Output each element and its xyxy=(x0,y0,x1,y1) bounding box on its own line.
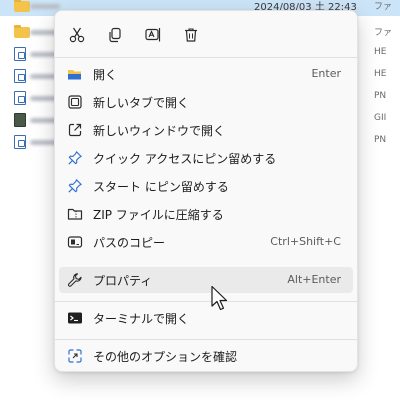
document-icon xyxy=(14,91,26,105)
document-icon xyxy=(14,47,26,61)
document-icon xyxy=(14,69,26,83)
file-type: GII xyxy=(374,113,387,123)
pin-icon xyxy=(67,150,83,166)
delete-button[interactable] xyxy=(177,21,205,49)
menu-item-open[interactable]: 開く Enter xyxy=(59,61,353,87)
menu-item-copy-path[interactable]: パスのコピー Ctrl+Shift+C xyxy=(59,229,353,255)
file-type: HE xyxy=(374,69,387,79)
menu-item-label: 新しいウィンドウで開く xyxy=(93,124,226,138)
menu-separator xyxy=(55,339,357,340)
menu-item-properties[interactable]: プロパティ Alt+Enter xyxy=(59,267,353,293)
folder-icon xyxy=(14,25,30,38)
menu-item-compress-zip[interactable]: ZIP ファイルに圧縮する xyxy=(59,201,353,227)
menu-item-label: 新しいタブで開く xyxy=(93,96,190,110)
rename-icon xyxy=(145,28,161,42)
zip-icon xyxy=(67,206,83,222)
menu-item-shortcut: Enter xyxy=(311,67,341,80)
new-window-icon xyxy=(67,122,83,138)
more-options-icon xyxy=(67,348,83,364)
context-menu: 開く Enter 新しいタブで開く 新しいウィンドウで開く クイック アクセスに… xyxy=(54,10,358,372)
terminal-icon xyxy=(67,310,83,326)
menu-item-open-terminal[interactable]: ターミナルで開く xyxy=(59,305,353,331)
copy-icon xyxy=(109,27,121,43)
scissors-icon xyxy=(69,27,85,43)
copy-button[interactable] xyxy=(101,21,129,49)
file-type: HE xyxy=(374,47,387,57)
file-type: PN xyxy=(374,91,387,101)
file-name-blurred xyxy=(30,4,60,9)
menu-item-open-new-tab[interactable]: 新しいタブで開く xyxy=(59,89,353,115)
pin-icon xyxy=(67,178,83,194)
new-tab-icon xyxy=(67,94,83,110)
menu-item-shortcut: Alt+Enter xyxy=(287,273,341,286)
menu-separator xyxy=(55,301,357,302)
file-type: PN xyxy=(374,135,387,145)
copy-path-icon xyxy=(67,234,83,250)
menu-item-label: パスのコピー xyxy=(93,236,166,250)
folder-open-icon xyxy=(67,66,83,82)
folder-icon xyxy=(14,0,30,12)
file-type: ファ xyxy=(374,2,393,12)
menu-item-label: 開く xyxy=(93,68,118,82)
quick-action-bar xyxy=(63,21,263,49)
menu-item-label: クイック アクセスにピン留めする xyxy=(93,152,277,166)
menu-item-label: ターミナルで開く xyxy=(93,312,190,326)
file-type: ファ xyxy=(374,28,393,38)
cut-button[interactable] xyxy=(63,21,91,49)
menu-item-pin-quick-access[interactable]: クイック アクセスにピン留めする xyxy=(59,145,353,171)
image-file-icon xyxy=(14,113,26,127)
document-icon xyxy=(14,135,26,149)
menu-separator xyxy=(55,57,357,58)
menu-item-shortcut: Ctrl+Shift+C xyxy=(270,235,341,248)
menu-item-open-new-window[interactable]: 新しいウィンドウで開く xyxy=(59,117,353,143)
mouse-cursor-icon xyxy=(211,285,228,311)
rename-button[interactable] xyxy=(139,21,167,49)
menu-item-show-more-options[interactable]: その他のオプションを確認 xyxy=(59,343,353,369)
menu-item-label: その他のオプションを確認 xyxy=(93,350,238,364)
menu-item-label: ZIP ファイルに圧縮する xyxy=(93,208,224,222)
menu-item-label: スタート にピン留めする xyxy=(93,180,229,194)
wrench-icon xyxy=(67,272,83,288)
menu-item-label: プロパティ xyxy=(93,274,153,288)
trash-icon xyxy=(185,28,197,42)
menu-item-pin-start[interactable]: スタート にピン留めする xyxy=(59,173,353,199)
